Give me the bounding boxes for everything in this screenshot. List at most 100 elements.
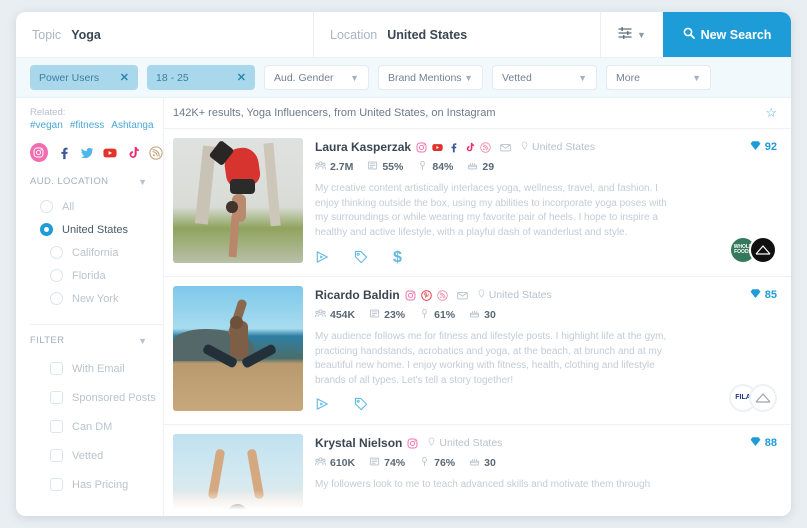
instagram-icon[interactable]	[30, 143, 48, 162]
stat-engagement: 23%	[369, 308, 405, 322]
location-option-new-york[interactable]: New York	[30, 287, 163, 310]
filter-option-has-pricing[interactable]: Has Pricing	[30, 470, 163, 499]
filter-chip-aud-gender[interactable]: Aud. Gender ▼	[264, 65, 369, 90]
radio-button[interactable]	[40, 223, 53, 236]
aud-location-section-header[interactable]: AUD. LOCATION ▼	[30, 176, 163, 187]
instagram-icon[interactable]	[416, 142, 427, 153]
influencer-name[interactable]: Ricardo Baldin	[315, 288, 400, 302]
location-text: United States	[532, 141, 596, 153]
topic-value: Yoga	[71, 27, 101, 42]
location-option-united-states[interactable]: United States	[30, 218, 163, 241]
influencer-stats: 610K 74% 76% 30	[315, 456, 777, 470]
filter-option-with-email[interactable]: With Email	[30, 354, 163, 383]
influencer-card[interactable]: Laura Kasperzak United States 92 2.7M 55% 84%…	[164, 129, 791, 277]
stat-value: 23%	[384, 309, 406, 321]
results-list[interactable]: Laura Kasperzak United States 92 2.7M 55% 84%…	[164, 129, 791, 516]
filter-option-vetted[interactable]: Vetted	[30, 441, 163, 470]
age-icon	[469, 456, 480, 470]
checkbox[interactable]	[50, 391, 63, 404]
youtube-icon[interactable]	[103, 145, 117, 160]
brand-logo[interactable]	[749, 236, 777, 264]
checkbox[interactable]	[50, 449, 63, 462]
location-label: Location	[330, 27, 378, 42]
influencer-thumbnail[interactable]	[173, 434, 303, 516]
influencer-thumbnail[interactable]	[173, 286, 303, 411]
checkbox[interactable]	[50, 420, 63, 433]
tiktok-icon[interactable]	[464, 142, 475, 153]
related-tag[interactable]: #fitness	[70, 120, 104, 131]
influencer-name[interactable]: Krystal Nielson	[315, 436, 402, 450]
close-icon[interactable]: ✕	[120, 71, 129, 84]
checkbox[interactable]	[50, 478, 63, 491]
envelope-icon[interactable]	[500, 142, 511, 153]
influencer-card[interactable]: Krystal Nielson United States 88 610K 74% 76%…	[164, 425, 791, 516]
influencer-name[interactable]: Laura Kasperzak	[315, 140, 411, 154]
option-label: Has Pricing	[72, 478, 129, 491]
tiktok-icon[interactable]	[126, 145, 140, 160]
checkbox[interactable]	[50, 362, 63, 375]
chip-label: 18 - 25	[156, 71, 189, 84]
brand-logos: WHOLE FOODS	[729, 236, 777, 264]
pinterest-icon[interactable]	[420, 289, 432, 301]
play-icon[interactable]	[315, 397, 329, 414]
app-window: Topic Yoga Location United States ▼ New …	[16, 12, 791, 516]
gem-icon	[750, 140, 761, 154]
related-label: Related:	[30, 107, 66, 118]
facebook-icon[interactable]	[57, 145, 71, 160]
filter-chip-power-users[interactable]: Power Users ✕	[30, 65, 138, 90]
related-tag[interactable]: #vegan	[30, 120, 63, 131]
results-summary: 142K+ results, Yoga Influencers, from Un…	[173, 107, 496, 119]
instagram-icon[interactable]	[405, 290, 416, 301]
filter-option-can-dm[interactable]: Can DM	[30, 412, 163, 441]
filter-section-header[interactable]: FILTER ▼	[30, 324, 163, 346]
filter-chip-18-25[interactable]: 18 - 25 ✕	[147, 65, 255, 90]
brand-logo[interactable]	[749, 384, 777, 412]
location-option-florida[interactable]: Florida	[30, 264, 163, 287]
star-icon[interactable]: ☆	[765, 105, 777, 121]
instagram-icon[interactable]	[407, 438, 418, 449]
radio-button[interactable]	[50, 246, 63, 259]
envelope-icon[interactable]	[456, 290, 468, 301]
tag-icon[interactable]	[354, 397, 368, 414]
option-label: Can DM	[72, 420, 113, 433]
filter-chip-vetted[interactable]: Vetted ▼	[492, 65, 597, 90]
tag-icon[interactable]	[354, 250, 368, 267]
facebook-icon[interactable]	[448, 142, 459, 153]
location-search-field[interactable]: Location United States	[314, 12, 601, 57]
close-icon[interactable]: ✕	[237, 71, 246, 84]
play-icon[interactable]	[315, 250, 329, 267]
filter-option-sponsored-posts[interactable]: Sponsored Posts	[30, 383, 163, 412]
dollar-icon[interactable]: $	[393, 249, 402, 267]
influencer-bio: My creative content artistically interla…	[315, 183, 667, 238]
chevron-down-icon: ▼	[138, 176, 147, 187]
chevron-down-icon: ▼	[637, 29, 646, 40]
influencer-location: United States	[520, 141, 595, 153]
aud-location-options: All United States California Florida New Yor…	[30, 195, 163, 310]
influencer-card[interactable]: Ricardo Baldin United States 85 454K 23% 61% 3…	[164, 277, 791, 425]
advanced-filters-button[interactable]: ▼	[601, 12, 663, 57]
radio-button[interactable]	[50, 292, 63, 305]
filter-chip-brand-mentions[interactable]: Brand Mentions ▼	[378, 65, 483, 90]
pin-icon	[427, 437, 436, 449]
blog-icon[interactable]	[480, 141, 491, 153]
rss-icon[interactable]	[149, 145, 163, 160]
blog-icon[interactable]	[436, 289, 448, 301]
card-actions: $	[315, 249, 777, 275]
radio-button[interactable]	[40, 200, 53, 213]
sidebar: Related: #vegan #fitness Ashtanga AUD. LOC…	[16, 98, 164, 516]
youtube-icon[interactable]	[432, 142, 443, 153]
pin-icon	[477, 289, 486, 301]
influencer-thumbnail[interactable]	[173, 138, 303, 263]
filter-chip-more[interactable]: More ▼	[606, 65, 711, 90]
gem-icon	[750, 436, 761, 450]
chevron-down-icon: ▼	[464, 72, 473, 83]
radio-button[interactable]	[50, 269, 63, 282]
location-option-california[interactable]: California	[30, 241, 163, 264]
twitter-icon[interactable]	[80, 145, 94, 160]
topic-search-field[interactable]: Topic Yoga	[16, 12, 314, 57]
new-search-button[interactable]: New Search	[663, 12, 791, 57]
female-icon	[419, 456, 430, 470]
search-icon	[683, 27, 695, 42]
related-tag[interactable]: Ashtanga	[111, 120, 153, 131]
location-option-all[interactable]: All	[30, 195, 163, 218]
